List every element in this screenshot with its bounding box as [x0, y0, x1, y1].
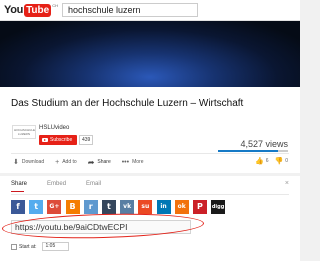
plus-icon: + [55, 158, 60, 166]
subscriber-count: 439 [79, 135, 94, 145]
top-bar: You Tube CH hochschule luzern [0, 0, 300, 20]
thumbs-up-icon[interactable]: 👍 [255, 157, 264, 165]
share-icon: ➦ [87, 157, 95, 167]
subscribe-button[interactable]: Subscribe [39, 135, 77, 145]
like-ratio-fill [218, 150, 278, 152]
share-button[interactable]: ➦ Share [88, 158, 111, 167]
twitter-icon[interactable]: t [29, 200, 44, 214]
odnoklassniki-icon[interactable]: ok [174, 200, 189, 214]
share-label: Share [97, 159, 111, 165]
start-at-control: Start at: 1:05 [11, 242, 69, 251]
tab-email[interactable]: Email [86, 181, 101, 187]
download-icon: ⬇ [13, 159, 19, 166]
tumblr-icon[interactable]: t [101, 200, 116, 214]
stumbleupon-icon[interactable]: su [138, 200, 153, 214]
download-button[interactable]: ⬇ Download [13, 158, 44, 166]
start-at-checkbox[interactable] [11, 243, 17, 250]
more-icon: ••• [121, 158, 130, 166]
add-to-button[interactable]: + Add to [55, 159, 77, 166]
like-ratio-bar [218, 150, 288, 152]
share-tabs: Share Embed Email [11, 181, 121, 187]
action-bar: ⬇ Download + Add to ➦ Share ••• More [13, 157, 155, 167]
tab-embed[interactable]: Embed [47, 181, 66, 187]
share-url-field[interactable]: https://youtu.be/9aiCDtwECPI [11, 220, 191, 234]
video-frame [0, 21, 300, 87]
pinterest-icon[interactable]: P [192, 200, 207, 214]
facebook-icon[interactable]: f [11, 200, 25, 214]
search-input[interactable]: hochschule luzern [62, 3, 198, 17]
more-label: More [132, 159, 144, 165]
social-share-buttons: f t G+ Br t vk su in ok Pdigg [11, 200, 229, 214]
channel-avatar[interactable]: HOCHSCHULE LUZERN [12, 125, 36, 139]
video-title: Das Studium an der Hochschule Luzern – W… [11, 98, 244, 109]
add-to-label: Add to [62, 159, 77, 165]
subscribe-label: Subscribe [50, 137, 73, 143]
digg-icon[interactable]: digg [211, 200, 226, 214]
share-panel: Share Embed Email × f t G+ Br t vk su in ok Pdigg… [0, 176, 300, 261]
video-player[interactable] [0, 21, 300, 87]
video-info-card: Das Studium an der Hochschule Luzern – W… [0, 87, 300, 173]
like-count: 6 [265, 158, 269, 164]
youtube-play-icon [42, 138, 48, 142]
blogger-icon[interactable]: B [65, 200, 80, 214]
close-icon[interactable]: × [285, 180, 289, 187]
reddit-icon[interactable]: r [83, 200, 98, 214]
dislike-count: 0 [285, 158, 288, 164]
logo-region: CH [52, 3, 58, 8]
vk-icon[interactable]: vk [120, 200, 135, 214]
logo-you-text: You [4, 4, 24, 16]
view-count: 4,527 views [240, 139, 288, 149]
tab-share[interactable]: Share [11, 181, 27, 187]
logo-tube-text: Tube [24, 3, 52, 17]
more-button[interactable]: ••• More [122, 159, 144, 166]
active-tab-indicator [11, 191, 24, 192]
thumbs-down-icon[interactable]: 👎 [275, 157, 284, 165]
google-plus-icon[interactable]: G+ [47, 200, 62, 214]
youtube-logo[interactable]: You Tube CH [4, 3, 58, 17]
start-at-label: Start at: [19, 243, 37, 250]
start-time-input[interactable]: 1:05 [41, 242, 69, 251]
linkedin-icon[interactable]: in [156, 200, 171, 214]
like-dislike-group: 👍 6 👎 0 [255, 157, 288, 165]
info-divider [11, 153, 289, 154]
download-label: Download [21, 159, 45, 165]
share-divider [11, 194, 289, 195]
channel-name[interactable]: HSLUvideo [39, 125, 69, 131]
